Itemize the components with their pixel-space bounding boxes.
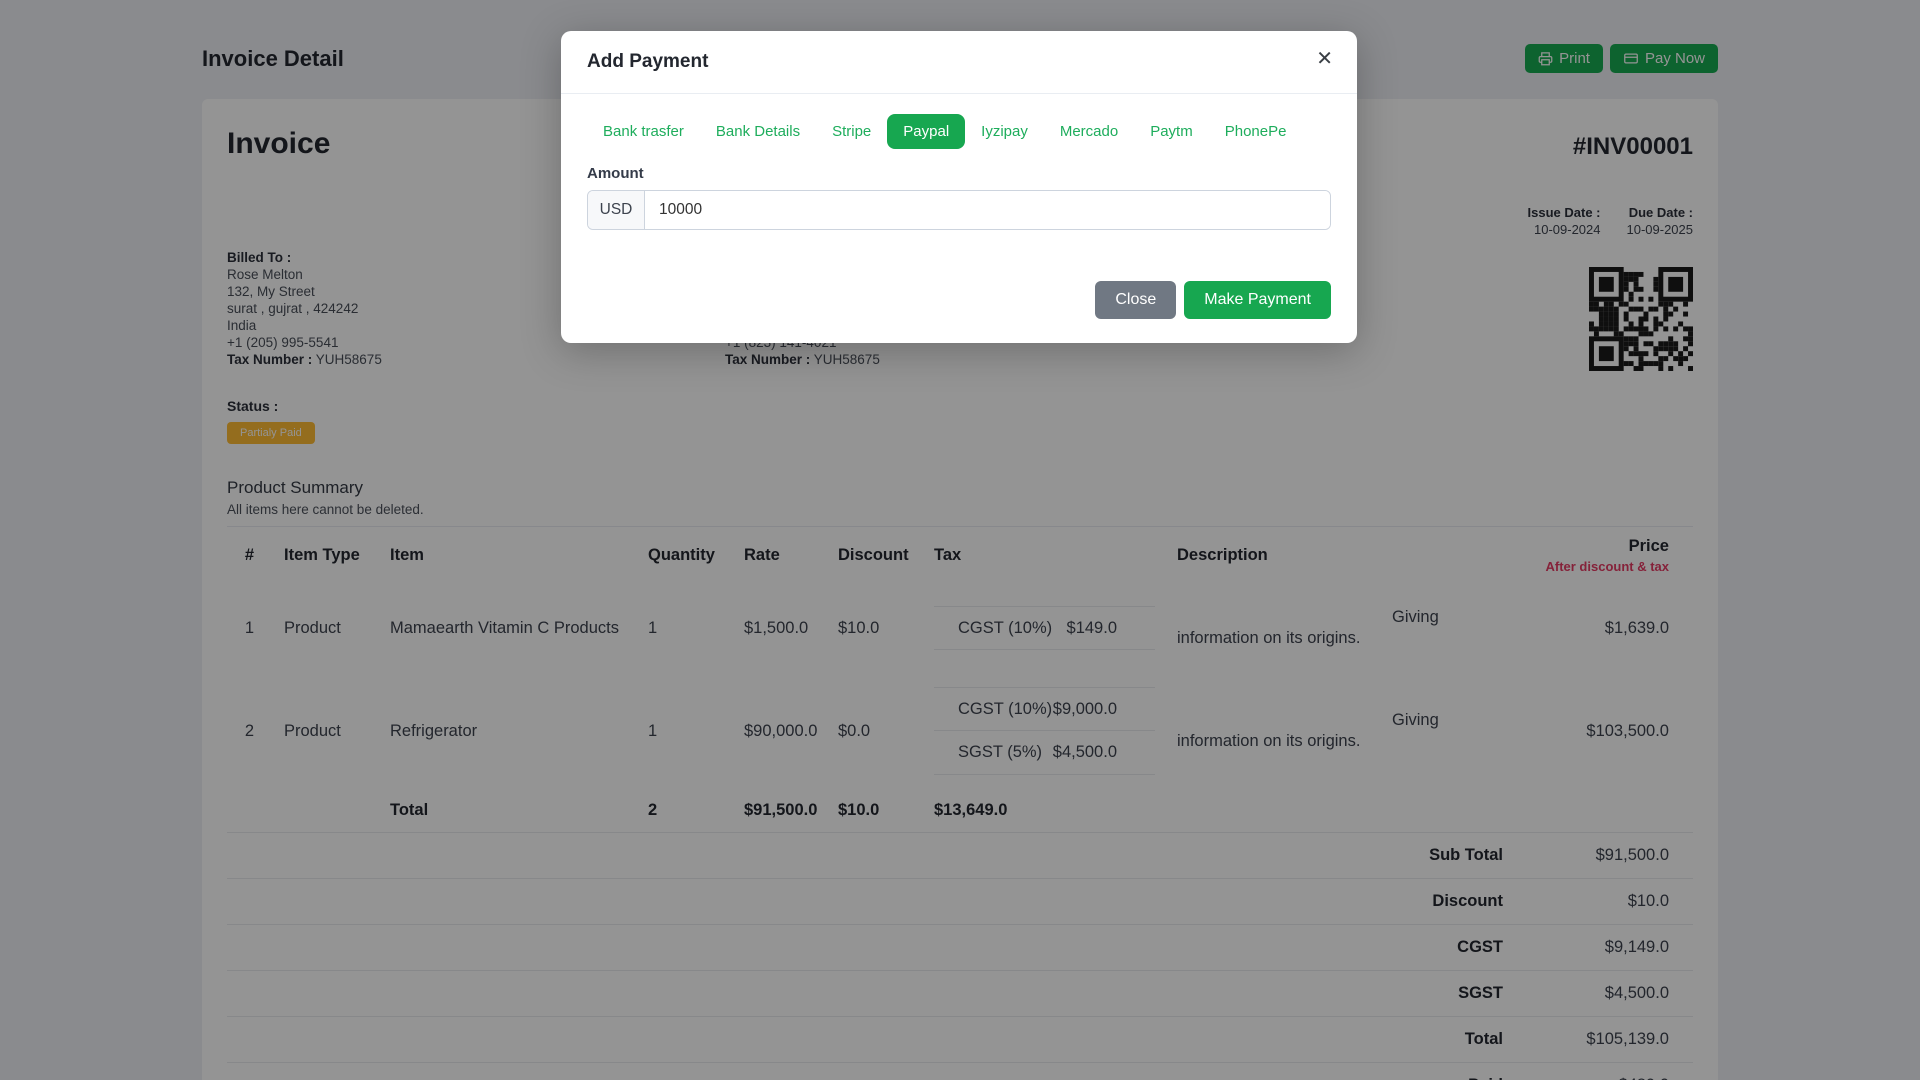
payment-method-tabs: Bank trasfer Bank Details Stripe Paypal … xyxy=(587,114,1331,149)
add-payment-modal: Add Payment ✕ Bank trasfer Bank Details … xyxy=(561,31,1357,343)
tab-mercado[interactable]: Mercado xyxy=(1044,114,1134,149)
amount-label: Amount xyxy=(587,165,644,182)
tab-stripe[interactable]: Stripe xyxy=(816,114,887,149)
modal-header: Add Payment ✕ xyxy=(561,31,1357,94)
amount-input-group: USD xyxy=(587,190,1331,230)
modal-title: Add Payment xyxy=(587,51,709,72)
close-button[interactable]: Close xyxy=(1095,281,1177,319)
modal-body: Bank trasfer Bank Details Stripe Paypal … xyxy=(561,94,1357,281)
tab-phonepe[interactable]: PhonePe xyxy=(1209,114,1303,149)
modal-footer: Close Make Payment xyxy=(561,281,1357,343)
tab-bank-details[interactable]: Bank Details xyxy=(700,114,816,149)
make-payment-button[interactable]: Make Payment xyxy=(1184,281,1331,319)
close-icon[interactable]: ✕ xyxy=(1316,49,1333,69)
amount-input[interactable] xyxy=(645,191,1330,229)
currency-addon: USD xyxy=(588,191,645,229)
tab-paypal[interactable]: Paypal xyxy=(887,114,966,149)
tab-bank-transfer[interactable]: Bank trasfer xyxy=(587,114,700,149)
tab-paytm[interactable]: Paytm xyxy=(1134,114,1209,149)
tab-iyzipay[interactable]: Iyzipay xyxy=(965,114,1044,149)
